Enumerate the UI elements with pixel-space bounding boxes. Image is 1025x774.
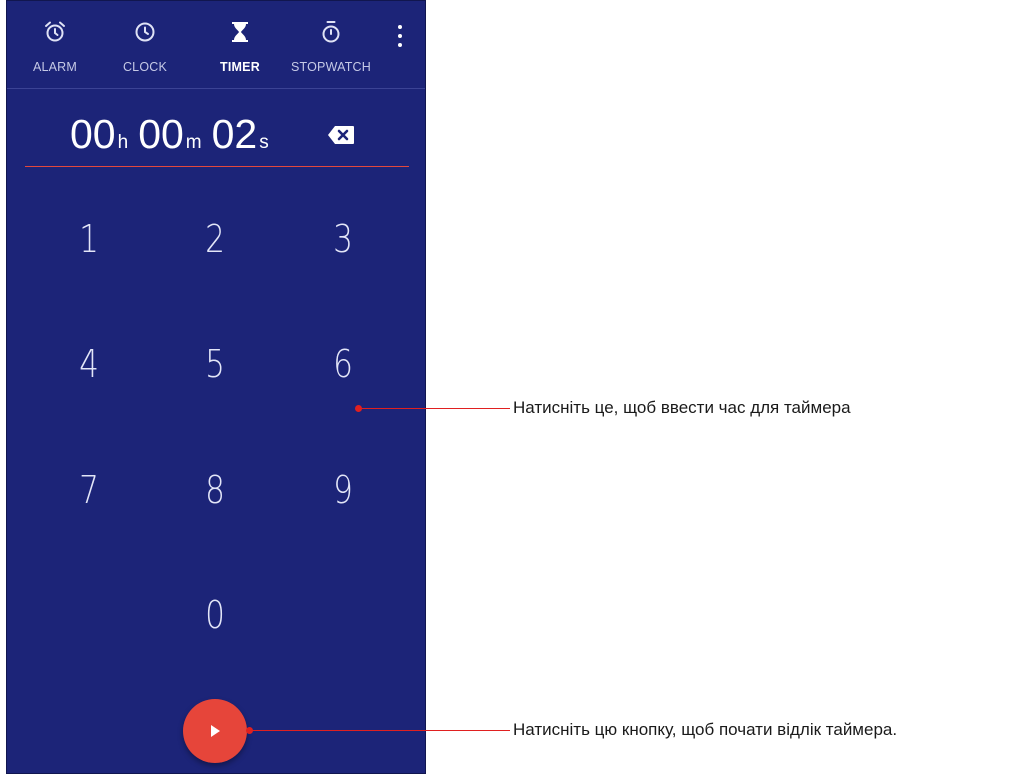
alarm-icon xyxy=(43,19,67,45)
hours-unit: h xyxy=(117,132,129,153)
minutes-value: 00 xyxy=(138,111,184,157)
callout-keypad-text: Натисніть це, щоб ввести час для таймера xyxy=(513,398,851,417)
key-3-label: 3 xyxy=(333,217,353,261)
minutes-unit: m xyxy=(185,132,202,153)
key-6-label: 6 xyxy=(333,342,353,386)
key-0[interactable]: 0 xyxy=(170,580,260,650)
key-5[interactable]: 5 xyxy=(170,329,260,399)
tab-divider xyxy=(7,88,425,89)
tab-alarm[interactable]: ALARM xyxy=(25,1,85,87)
key-9[interactable]: 9 xyxy=(298,455,388,525)
hours-value: 00 xyxy=(70,111,116,157)
tab-timer-label: TIMER xyxy=(220,60,260,74)
key-7[interactable]: 7 xyxy=(44,455,134,525)
key-4-label: 4 xyxy=(79,342,99,386)
overflow-menu-icon[interactable] xyxy=(391,23,409,49)
tab-stopwatch-label: STOPWATCH xyxy=(290,60,372,74)
key-8[interactable]: 8 xyxy=(170,455,260,525)
key-4[interactable]: 4 xyxy=(44,329,134,399)
tab-alarm-label: ALARM xyxy=(32,60,78,74)
tab-stopwatch[interactable]: STOPWATCH xyxy=(282,1,380,87)
time-readout: 00 h 00 m 02 s xyxy=(70,109,269,159)
callout-start-line xyxy=(250,730,510,731)
key-0-label: 0 xyxy=(205,593,225,637)
tab-bar: ALARM CLOCK TIMER STOPWATCH xyxy=(7,1,425,87)
key-2-label: 2 xyxy=(205,217,225,261)
seconds-value: 02 xyxy=(211,111,258,157)
seconds-unit: s xyxy=(259,132,269,153)
stopwatch-icon xyxy=(319,19,343,45)
clock-icon xyxy=(133,19,157,45)
key-3[interactable]: 3 xyxy=(298,204,388,274)
callout-start-text: Натисніть цю кнопку, щоб почати відлік т… xyxy=(513,720,898,739)
key-2[interactable]: 2 xyxy=(170,204,260,274)
callout-keypad-line xyxy=(359,408,510,409)
key-5-label: 5 xyxy=(205,342,225,386)
tab-timer[interactable]: TIMER xyxy=(207,1,273,87)
key-1-label: 1 xyxy=(79,217,99,261)
key-8-label: 8 xyxy=(205,468,225,512)
key-1[interactable]: 1 xyxy=(44,204,134,274)
key-9-label: 9 xyxy=(333,468,353,512)
backspace-icon[interactable] xyxy=(327,125,355,145)
tab-clock[interactable]: CLOCK xyxy=(115,1,175,87)
key-6[interactable]: 6 xyxy=(298,329,388,399)
start-timer-button[interactable] xyxy=(183,699,247,763)
hourglass-icon xyxy=(229,19,251,45)
tab-clock-label: CLOCK xyxy=(122,60,168,74)
key-7-label: 7 xyxy=(79,468,99,512)
timer-display: 00 h 00 m 02 s xyxy=(7,109,425,159)
timer-screen: ALARM CLOCK TIMER STOPWATCH 00 h 00 m 02… xyxy=(6,0,426,774)
display-underline xyxy=(25,166,409,167)
play-icon xyxy=(211,725,220,737)
